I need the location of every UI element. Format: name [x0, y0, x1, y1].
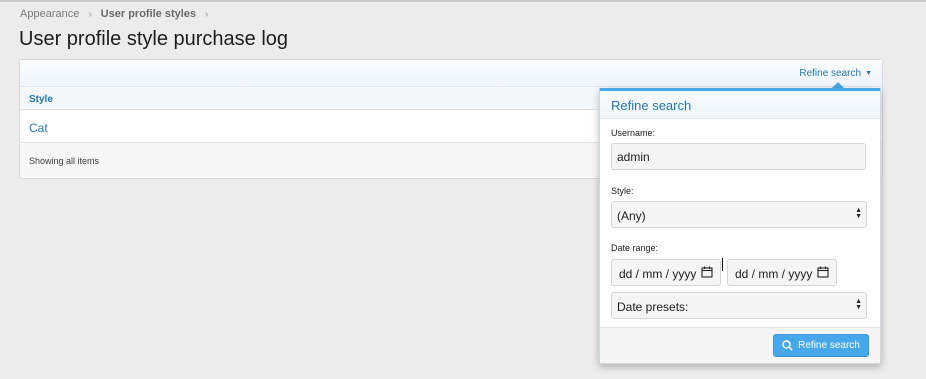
style-select-value: (Any) — [617, 209, 646, 223]
calendar-icon[interactable] — [817, 266, 829, 278]
date-end-input[interactable]: dd / mm / yyyy — [727, 259, 837, 286]
breadcrumb-separator-icon: › — [88, 8, 92, 20]
breadcrumb-separator-icon: › — [205, 8, 209, 20]
date-start-placeholder: dd / mm / yyyy — [619, 267, 697, 281]
date-start-input[interactable]: dd / mm / yyyy — [611, 259, 721, 286]
breadcrumb: Appearance › User profile styles › — [20, 8, 217, 20]
select-arrows-icon: ▲ ▼ — [855, 298, 862, 311]
search-icon — [782, 340, 793, 351]
breadcrumb-appearance[interactable]: Appearance — [20, 8, 79, 20]
item-count-text: Showing all items — [29, 156, 100, 166]
refine-search-toggle-label: Refine search — [799, 68, 862, 79]
page-title: User profile style purchase log — [19, 28, 289, 50]
caret-down-icon: ▼ — [865, 70, 872, 77]
breadcrumb-user-profile-styles[interactable]: User profile styles — [101, 8, 196, 20]
select-arrows-icon: ▲ ▼ — [855, 207, 862, 220]
text-cursor — [722, 258, 723, 271]
date-presets-value: Date presets: — [617, 300, 689, 314]
date-end-placeholder: dd / mm / yyyy — [735, 267, 813, 281]
style-link-cat[interactable]: Cat — [29, 121, 48, 135]
column-header-label: Style — [29, 94, 53, 105]
date-presets-select[interactable]: Date presets: ▲ ▼ — [611, 292, 867, 319]
top-border — [0, 0, 926, 2]
style-label: Style: — [611, 186, 634, 196]
date-range-label: Date range: — [611, 243, 659, 253]
username-input[interactable] — [611, 143, 866, 170]
refine-search-toggle[interactable]: Refine search ▼ — [799, 68, 872, 79]
filter-bar: Refine search ▼ — [20, 60, 882, 87]
style-select[interactable]: (Any) ▲ ▼ — [611, 201, 867, 228]
menu-header: Refine search — [600, 91, 880, 119]
calendar-icon[interactable] — [701, 266, 713, 278]
refine-search-button-label: Refine search — [798, 340, 860, 351]
username-label: Username: — [611, 128, 656, 138]
refine-search-menu: Refine search Username: Style: (Any) ▲▼ … — [599, 88, 881, 364]
refine-search-button[interactable]: Refine search — [773, 334, 869, 357]
menu-title: Refine search — [611, 98, 692, 113]
menu-footer: Refine search — [600, 327, 880, 363]
